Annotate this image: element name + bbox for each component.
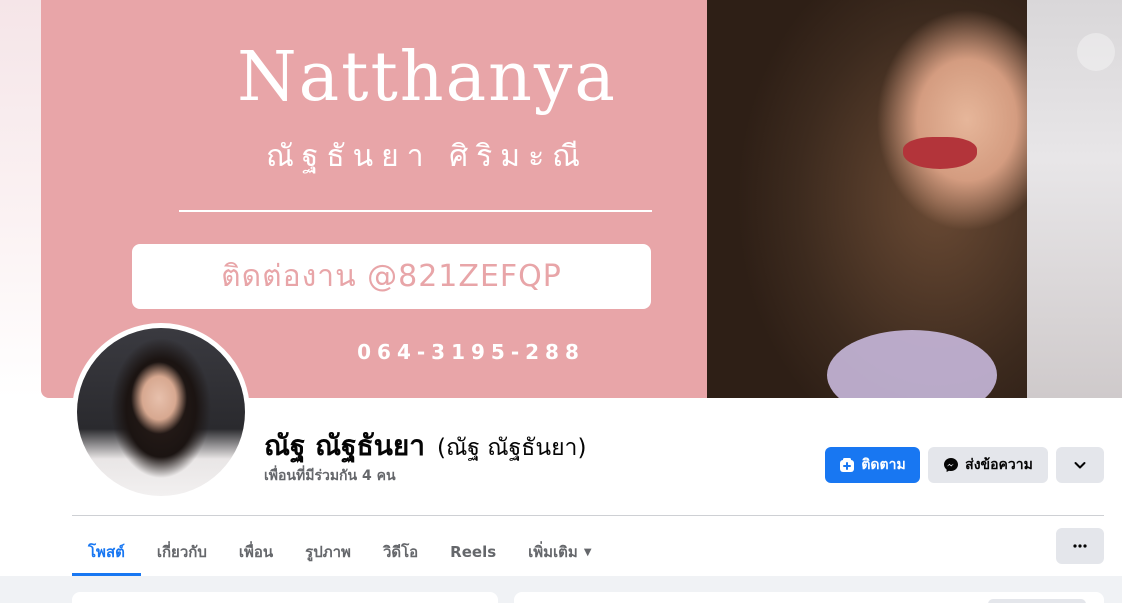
tab-label: โพสต์ [88,543,125,561]
tab-label: เพื่อน [238,543,274,561]
cover-title: Natthanya [237,38,617,117]
filter-button[interactable] [988,599,1086,603]
cover-divider [179,210,652,212]
page-background [0,0,42,398]
tab-reels[interactable]: Reels [434,528,512,576]
tab-label: Reels [450,543,497,561]
tab-photos[interactable]: รูปภาพ [289,528,367,576]
profile-name: ณัฐ ณัฐธันยา [264,429,425,462]
portrait-lips [903,137,977,169]
profile-alternate-name: (ณัฐ ณัฐธันยา) [436,435,587,461]
tab-about[interactable]: เกี่ยวกับ [141,528,223,576]
follow-button[interactable]: ติดตาม [825,447,920,483]
tab-label: รูปภาพ [305,543,351,561]
portrait-shoulder [827,330,997,398]
chevron-down-icon [1072,457,1088,473]
tab-label: เพิ่มเติม [528,543,578,561]
avatar[interactable] [72,323,250,501]
message-button[interactable]: ส่งข้อความ [928,447,1048,483]
profile-tabs: โพสต์ เกี่ยวกับ เพื่อน รูปภาพ วิดีโอ Ree… [72,528,608,576]
tab-label: วิดีโอ [382,543,419,561]
header-divider [72,515,1104,516]
intro-card [72,592,498,603]
tab-videos[interactable]: วิดีโอ [367,528,434,576]
ellipsis-icon [1072,538,1088,554]
cover-subtitle: ณัฐธันยา ศิริมะณี [265,139,589,174]
tab-friends[interactable]: เพื่อน [223,528,289,576]
cover-contact-text: ติดต่องาน @821ZEFQP [221,259,562,294]
cover-phone: 064-3195-288 [357,340,585,364]
follow-plus-icon [839,457,855,473]
profile-page: Natthanya ณัฐธันยา ศิริมะณี ติดต่องาน @8… [0,0,1122,603]
cover-contact-box: ติดต่องาน @821ZEFQP [132,244,651,309]
tab-label: เกี่ยวกับ [156,543,207,561]
profile-menu-button[interactable] [1056,447,1104,483]
mutual-friends-link[interactable]: เพื่อนที่มีร่วมกัน 4 คน [264,465,396,487]
follow-label: ติดตาม [861,457,906,473]
cover-portrait [707,0,1122,398]
caret-down-icon: ▼ [583,546,592,558]
options-button[interactable] [1056,528,1104,564]
tab-more[interactable]: เพิ่มเติม ▼ [512,528,607,576]
avatar-image [77,328,245,496]
profile-name-row: ณัฐ ณัฐธันยา (ณัฐ ณัฐธันยา) [264,424,586,468]
tab-posts[interactable]: โพสต์ [72,528,141,576]
message-label: ส่งข้อความ [965,457,1033,473]
portrait-light [1077,33,1115,71]
messenger-icon [943,457,959,473]
